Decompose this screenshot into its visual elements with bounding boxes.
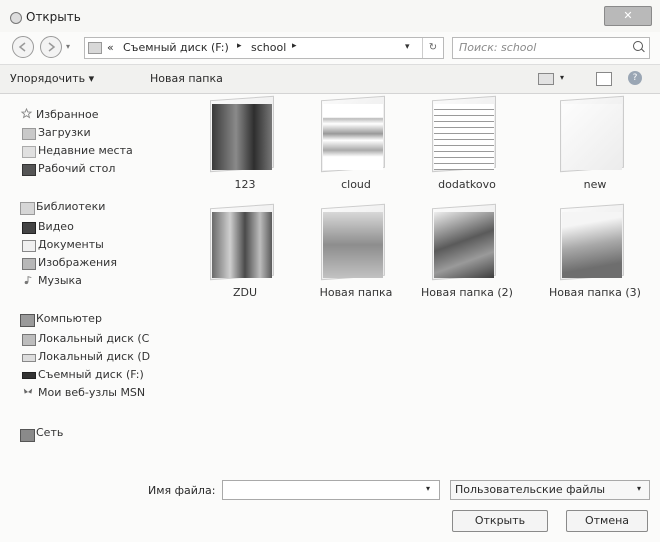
drive-c-icon [22, 334, 36, 346]
sidebar-favorites[interactable]: Избранное [36, 108, 98, 121]
search-icon[interactable] [633, 41, 643, 51]
breadcrumb-overflow[interactable]: « [107, 41, 114, 54]
filetype-value: Пользовательские файлы [455, 483, 606, 496]
window-title: Открыть [26, 10, 81, 24]
removable-drive-icon [22, 372, 36, 379]
app-icon [10, 12, 22, 24]
music-icon [24, 276, 32, 285]
folder-name: Новая папка (2) [421, 286, 513, 299]
back-icon [18, 42, 26, 52]
folder-name: new [583, 178, 607, 191]
organize-button[interactable]: Упорядочить ▾ [10, 72, 94, 85]
sidebar-item-documents[interactable]: Документы [38, 238, 104, 251]
folder-item[interactable]: cloud [301, 95, 411, 208]
folder-name: Новая папка (3) [549, 286, 641, 299]
folder-name: dodatkovo [438, 178, 496, 191]
sidebar-computer[interactable]: Компьютер [36, 312, 102, 325]
address-dropdown-icon[interactable]: ▾ [405, 42, 410, 52]
folder-name: ZDU [232, 286, 258, 299]
folder-item[interactable]: Новая папка (2) [412, 203, 522, 316]
sidebar-item-desktop[interactable]: Рабочий стол [38, 162, 115, 175]
sidebar-item-downloads[interactable]: Загрузки [38, 126, 91, 139]
sidebar-item-msn[interactable]: Мои веб-узлы MSN [38, 386, 145, 399]
sidebar-item-pictures[interactable]: Изображения [38, 256, 117, 269]
title-bar: Открыть ✕ [0, 0, 660, 32]
libraries-icon [20, 202, 35, 215]
desktop-icon [22, 164, 36, 176]
folder-thumbnail [212, 212, 272, 278]
folder-icon [88, 42, 102, 54]
filetype-select[interactable]: Пользовательские файлы ▾ [450, 480, 650, 500]
search-placeholder: Поиск: school [459, 41, 537, 54]
folder-item[interactable]: Новая папка (3) [540, 203, 650, 316]
folder-thumbnail [323, 212, 383, 278]
folder-item[interactable]: new [540, 95, 650, 208]
back-button[interactable] [12, 36, 34, 58]
sidebar-item-drive-c[interactable]: Локальный диск (C [38, 332, 149, 345]
toolbar: Упорядочить ▾ Новая папка ▾ ? [0, 64, 660, 94]
close-button[interactable]: ✕ [604, 6, 652, 26]
breadcrumb-separator[interactable]: ▸ [292, 41, 297, 51]
filename-label: Имя файла: [148, 484, 216, 497]
sidebar-item-drive-f[interactable]: Съемный диск (F:) [38, 368, 144, 381]
folder-thumbnail [434, 212, 494, 278]
folder-thumbnail [434, 104, 494, 170]
pictures-icon [22, 258, 36, 270]
folder-thumbnail [562, 104, 622, 170]
filename-input[interactable] [222, 480, 440, 500]
drive-d-icon [22, 354, 36, 362]
open-button[interactable]: Открыть [452, 510, 548, 532]
folder-item[interactable]: 123 [190, 95, 300, 208]
folder-name: 123 [234, 178, 256, 191]
preview-pane-icon[interactable] [596, 72, 612, 86]
view-options-arrow-icon[interactable]: ▾ [560, 73, 564, 82]
msn-butterfly-icon [23, 388, 33, 394]
folder-name: Новая папка [319, 286, 393, 299]
breadcrumb-separator[interactable]: ▸ [237, 41, 242, 51]
address-bar[interactable]: « Съемный диск (F:) ▸ school ▸ ▾ ↻ [84, 37, 444, 59]
network-icon [20, 429, 35, 442]
new-folder-button[interactable]: Новая папка [150, 72, 223, 85]
sidebar-item-drive-d[interactable]: Локальный диск (D [38, 350, 150, 363]
downloads-icon [22, 128, 36, 140]
computer-icon [20, 314, 35, 327]
sidebar-libraries[interactable]: Библиотеки [36, 200, 105, 213]
folder-thumbnail [323, 104, 383, 170]
forward-icon [48, 42, 56, 52]
sidebar-item-recent[interactable]: Недавние места [38, 144, 133, 157]
star-icon [20, 108, 33, 119]
breadcrumb-segment-drive[interactable]: Съемный диск (F:) [123, 41, 229, 54]
folder-thumbnail [562, 212, 622, 278]
breadcrumb-segment-school[interactable]: school [251, 41, 286, 54]
filename-history-arrow-icon[interactable]: ▾ [426, 484, 430, 493]
sidebar-item-music[interactable]: Музыка [38, 274, 82, 287]
documents-icon [22, 240, 36, 252]
sidebar-network[interactable]: Сеть [36, 426, 63, 439]
chevron-down-icon: ▾ [637, 484, 642, 493]
help-icon[interactable]: ? [628, 71, 642, 85]
recent-places-icon [22, 146, 36, 158]
refresh-button[interactable]: ↻ [422, 38, 443, 58]
recent-pages-arrow-icon[interactable]: ▾ [66, 42, 70, 51]
cancel-button[interactable]: Отмена [566, 510, 648, 532]
forward-button[interactable] [40, 36, 62, 58]
sidebar-item-video[interactable]: Видео [38, 220, 74, 233]
search-input[interactable]: Поиск: school [452, 37, 650, 59]
video-icon [22, 222, 36, 234]
change-view-icon[interactable] [538, 73, 554, 85]
folder-item[interactable]: ZDU [190, 203, 300, 316]
folder-thumbnail [212, 104, 272, 170]
folder-item[interactable]: dodatkovo [412, 95, 522, 208]
folder-name: cloud [341, 178, 371, 191]
folder-item[interactable]: Новая папка [301, 203, 411, 316]
